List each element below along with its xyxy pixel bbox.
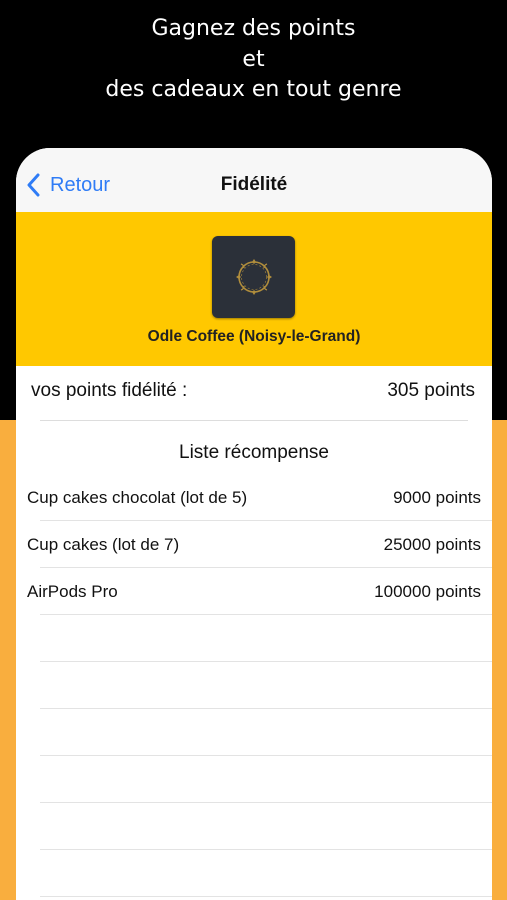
reward-name: Cup cakes chocolat (lot de 5) xyxy=(27,488,248,507)
points-value: 305 points xyxy=(387,380,475,401)
promo-text: Gagnez des points et des cadeaux en tout… xyxy=(0,14,507,106)
reward-row[interactable]: AirPods Pro 100000 points xyxy=(16,568,492,615)
reward-name: Cup cakes (lot de 7) xyxy=(27,535,180,554)
shop-name: Odle Coffee (Noisy-le-Grand) xyxy=(147,328,361,345)
ornate-wreath-logo-icon xyxy=(235,259,272,295)
divider xyxy=(40,420,468,421)
empty-row xyxy=(16,803,492,850)
shop-header: Odle Coffee (Noisy-le-Grand) xyxy=(16,212,492,366)
empty-table-rows xyxy=(16,615,492,897)
promo-line-1: Gagnez des points xyxy=(151,16,356,41)
loyalty-points-row: vos points fidélité : 305 points xyxy=(16,366,492,422)
empty-row xyxy=(16,850,492,897)
points-label: vos points fidélité : xyxy=(31,380,188,401)
rewards-list-title: Liste récompense xyxy=(179,442,329,463)
rewards-list: Cup cakes chocolat (lot de 5) 9000 point… xyxy=(16,474,492,615)
empty-row xyxy=(16,662,492,709)
empty-row xyxy=(16,615,492,662)
page-title: Fidélité xyxy=(220,174,288,195)
reward-points: 9000 points xyxy=(393,488,481,507)
row-separator xyxy=(40,896,492,897)
navigation-bar: Retour Fidélité xyxy=(16,148,492,212)
promo-line-2: et xyxy=(242,46,265,72)
reward-points: 25000 points xyxy=(383,535,481,554)
reward-name: AirPods Pro xyxy=(27,582,118,601)
reward-row[interactable]: Cup cakes (lot de 7) 25000 points xyxy=(16,521,492,568)
phone-screen: Retour Fidélité Odle Coffee (Noisy-le-Gr… xyxy=(16,148,492,900)
empty-row xyxy=(16,756,492,803)
promo-line-3: des cadeaux en tout genre xyxy=(105,77,402,102)
empty-row xyxy=(16,709,492,756)
shop-logo xyxy=(212,236,295,318)
reward-points: 100000 points xyxy=(374,582,481,601)
reward-row[interactable]: Cup cakes chocolat (lot de 5) 9000 point… xyxy=(16,474,492,521)
